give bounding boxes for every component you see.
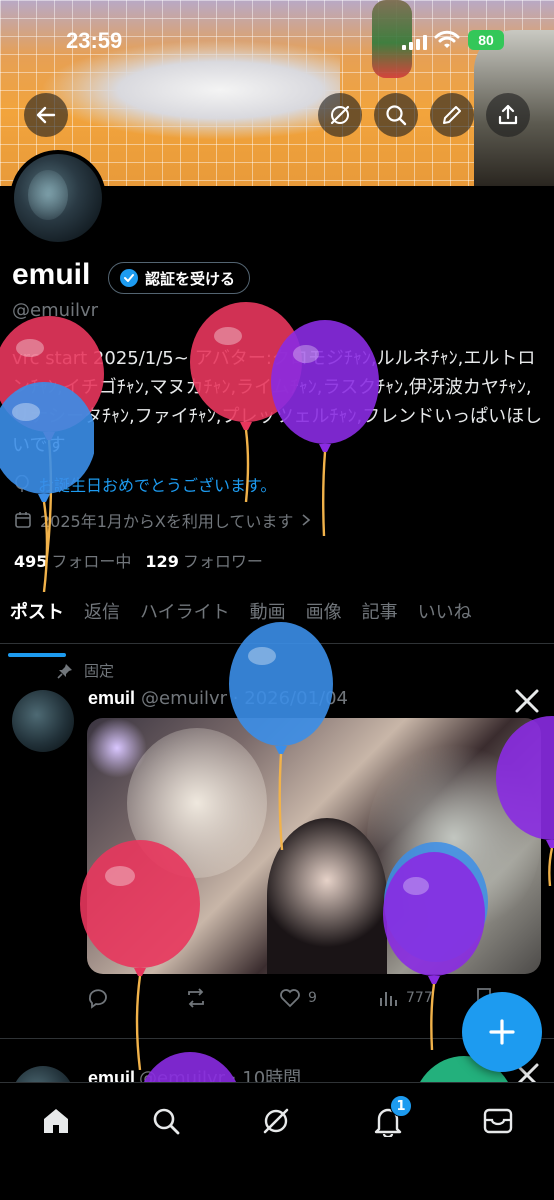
tab-replies[interactable]: 返信: [74, 596, 130, 643]
grok-icon: [330, 105, 350, 125]
nav-home[interactable]: [36, 1101, 76, 1141]
back-button[interactable]: [24, 93, 68, 137]
get-verified-button[interactable]: 認証を受ける: [108, 262, 251, 294]
pencil-icon: [443, 106, 461, 124]
battery-indicator: 80: [468, 30, 504, 50]
pinned-label: 固定: [84, 662, 115, 680]
balloon-blue-1: [0, 382, 94, 592]
get-verified-label: 認証を受ける: [145, 269, 236, 288]
nav-notifications[interactable]: 1: [368, 1095, 412, 1141]
edit-profile-button[interactable]: [430, 93, 474, 137]
tab-articles[interactable]: 記事: [352, 596, 408, 643]
nav-search[interactable]: [146, 1101, 186, 1141]
heart-icon: [280, 989, 300, 1008]
x-logo-icon[interactable]: [514, 688, 540, 714]
tab-posts[interactable]: ポスト: [0, 596, 74, 657]
home-icon: [44, 1109, 68, 1133]
nav-messages[interactable]: [478, 1101, 518, 1141]
search-icon: [153, 1108, 180, 1135]
grok-button[interactable]: [318, 93, 362, 137]
balloon-purple-1: [271, 320, 379, 536]
compose-post-button[interactable]: [462, 992, 542, 1072]
arrow-left-icon: [36, 106, 56, 124]
cellular-signal-icon: [402, 34, 428, 50]
tab-likes[interactable]: いいね: [408, 596, 482, 643]
pinned-indicator: 固定: [56, 660, 114, 681]
balloon-purple-4: [143, 1052, 237, 1082]
wifi-icon: [434, 30, 460, 48]
like-button[interactable]: 9: [278, 986, 317, 1010]
search-button[interactable]: [374, 93, 418, 137]
followers-count: 129: [145, 552, 179, 571]
search-icon: [386, 105, 407, 126]
profile-name: emuil: [12, 258, 91, 291]
tab-highlights[interactable]: ハイライト: [130, 596, 240, 643]
status-bar: 23:59 80: [0, 26, 554, 58]
pin-icon: [57, 663, 72, 679]
verified-badge-icon: [120, 269, 138, 287]
grok-icon: [263, 1108, 289, 1134]
balloon-purple-2: [496, 716, 554, 886]
bottom-navigation: 1: [0, 1082, 554, 1200]
nav-grok[interactable]: [256, 1101, 296, 1141]
envelope-icon: [483, 1108, 513, 1134]
share-button[interactable]: [486, 93, 530, 137]
notification-badge: 1: [390, 1095, 412, 1117]
status-time: 23:59: [66, 28, 123, 53]
post-author[interactable]: emuil: [88, 688, 135, 708]
like-count: 9: [308, 990, 317, 1006]
balloon-red-3: [80, 840, 200, 1070]
share-icon: [498, 104, 518, 125]
plus-icon: [489, 1019, 515, 1045]
followers-label: フォロワー: [182, 552, 263, 571]
balloon-blue-2: [229, 622, 333, 850]
post-avatar[interactable]: [12, 690, 74, 752]
profile-avatar[interactable]: [10, 150, 106, 246]
followers-link[interactable]: 129 フォロワー: [145, 548, 262, 572]
